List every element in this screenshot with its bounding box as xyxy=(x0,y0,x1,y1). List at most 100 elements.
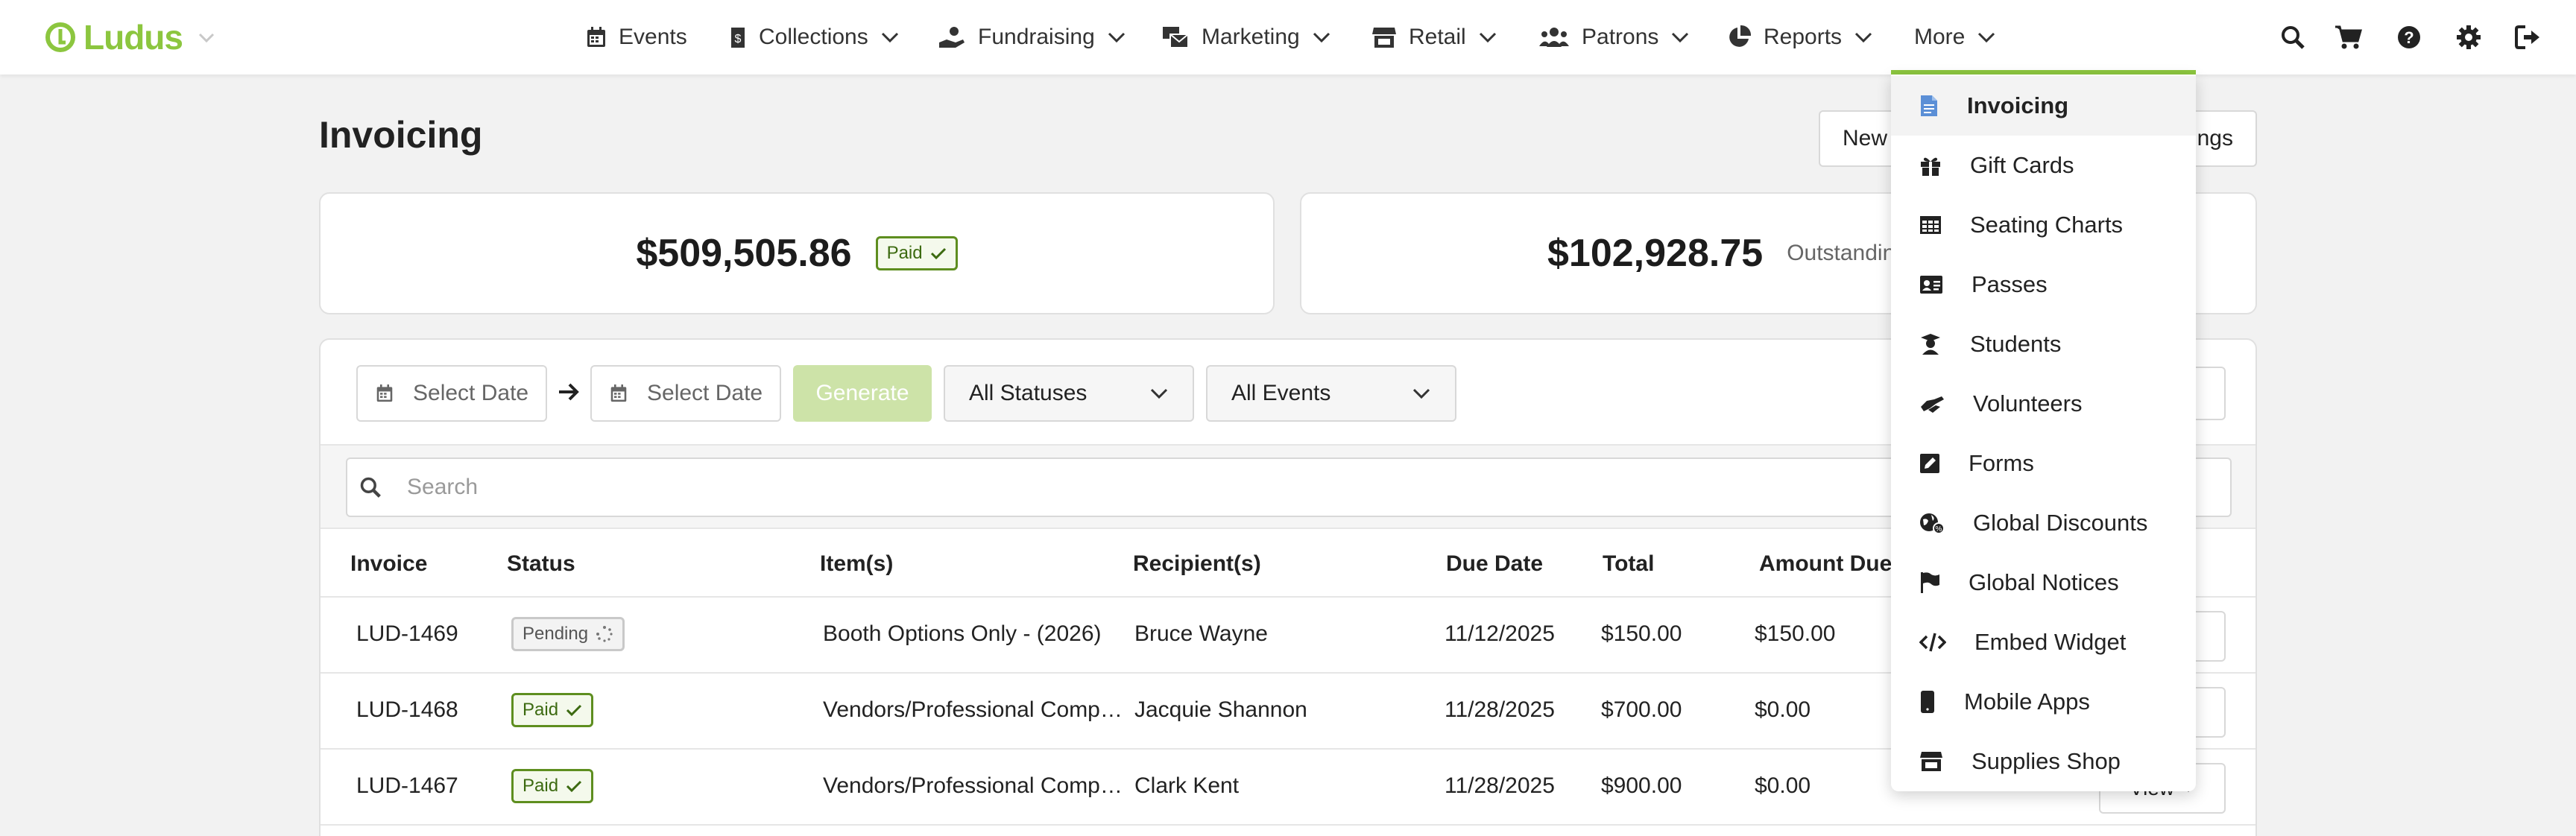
status-badge-label: Pending xyxy=(523,624,589,644)
status-filter-select[interactable]: All Statuses xyxy=(944,365,1194,422)
search-input[interactable] xyxy=(407,475,1898,500)
grid-icon xyxy=(1920,216,1941,234)
menu-item-students[interactable]: Students xyxy=(1891,314,2196,374)
nav-events-label: Events xyxy=(619,25,687,49)
chevron-down-icon xyxy=(1313,32,1330,43)
mail-bulk-icon xyxy=(1163,27,1189,48)
invoice-due-date: 11/28/2025 xyxy=(1445,773,1555,798)
column-header-items[interactable]: Item(s) xyxy=(820,551,893,577)
menu-item-embed-widget[interactable]: Embed Widget xyxy=(1891,612,2196,672)
menu-item-seating-charts[interactable]: Seating Charts xyxy=(1891,195,2196,255)
nav-patrons[interactable]: Patrons xyxy=(1538,19,1690,55)
nav-retail[interactable]: Retail xyxy=(1371,19,1497,55)
nav-events[interactable]: Events xyxy=(586,19,687,55)
help-icon[interactable]: ? xyxy=(2393,21,2425,54)
menu-item-label: Global Discounts xyxy=(1973,510,2148,536)
menu-item-label: Global Notices xyxy=(1969,569,2119,595)
menu-item-global-notices[interactable]: Global Notices xyxy=(1891,553,2196,612)
paid-total-card: $509,505.86 Paid xyxy=(319,192,1275,314)
column-header-due-date[interactable]: Due Date xyxy=(1446,551,1543,577)
page-title: Invoicing xyxy=(319,114,483,156)
nav-retail-label: Retail xyxy=(1409,25,1466,49)
arrow-right-icon xyxy=(559,383,579,401)
flag-icon xyxy=(1921,572,1939,593)
check-icon xyxy=(566,704,582,717)
menu-item-label: Invoicing xyxy=(1967,92,2069,118)
column-header-amount-due[interactable]: Amount Due xyxy=(1759,551,1892,577)
id-card-icon xyxy=(1920,276,1942,294)
chevron-down-icon xyxy=(1854,32,1872,43)
column-header-total[interactable]: Total xyxy=(1603,551,1654,577)
start-date-picker[interactable]: Select Date xyxy=(356,365,547,422)
more-dropdown-menu: Invoicing Gift Cards Seating Charts Pass… xyxy=(1891,75,2196,791)
menu-item-label: Passes xyxy=(1972,271,2048,297)
chevron-down-icon xyxy=(881,32,898,43)
invoice-items: Vendors/Professional Companies xyxy=(823,697,1128,722)
calendar-icon xyxy=(610,384,627,402)
logout-icon[interactable] xyxy=(2512,21,2545,54)
users-icon xyxy=(1539,28,1569,47)
menu-item-label: Forms xyxy=(1969,450,2034,476)
cart-icon[interactable] xyxy=(2332,21,2364,54)
new-invoice-button-label: New xyxy=(1843,126,1888,151)
invoice-recipient: Clark Kent xyxy=(1134,773,1240,798)
menu-item-label: Seating Charts xyxy=(1970,212,2124,238)
column-header-invoice[interactable]: Invoice xyxy=(350,551,427,577)
invoice-recipient: Bruce Wayne xyxy=(1134,621,1268,646)
menu-item-forms[interactable]: Forms xyxy=(1891,434,2196,493)
nav-more[interactable]: More xyxy=(1914,19,1996,55)
chevron-down-icon xyxy=(1150,388,1168,399)
column-header-status[interactable]: Status xyxy=(507,551,575,577)
menu-item-mobile-apps[interactable]: Mobile Apps xyxy=(1891,672,2196,732)
chevron-down-icon xyxy=(1978,32,1995,43)
nav-fundraising[interactable]: Fundraising xyxy=(938,19,1126,55)
menu-item-label: Mobile Apps xyxy=(1964,688,2090,715)
invoice-number[interactable]: LUD-1467 xyxy=(356,773,458,799)
column-header-recipients[interactable]: Recipient(s) xyxy=(1133,551,1261,577)
menu-item-invoicing[interactable]: Invoicing xyxy=(1891,76,2196,136)
menu-item-label: Embed Widget xyxy=(1974,629,2127,655)
store-icon xyxy=(1372,28,1396,48)
menu-item-volunteers[interactable]: Volunteers xyxy=(1891,374,2196,434)
nav-marketing[interactable]: Marketing xyxy=(1161,19,1331,55)
invoice-amount-due: $0.00 xyxy=(1755,697,1811,722)
search-icon[interactable] xyxy=(2276,21,2309,54)
invoice-amount-due: $0.00 xyxy=(1755,773,1811,798)
status-filter-value: All Statuses xyxy=(969,381,1087,405)
invoice-total: $150.00 xyxy=(1601,621,1682,646)
form-icon xyxy=(1920,454,1939,473)
status-badge-pending: Pending xyxy=(511,617,625,651)
pie-chart-icon xyxy=(1729,25,1752,47)
svg-text:$: $ xyxy=(735,33,742,45)
generate-button[interactable]: Generate xyxy=(793,365,932,422)
gear-icon[interactable] xyxy=(2452,21,2485,54)
helping-hands-icon xyxy=(1921,396,1944,413)
ludus-logo[interactable]: Ludus xyxy=(45,18,217,57)
menu-item-passes[interactable]: Passes xyxy=(1891,255,2196,314)
chevron-down-icon xyxy=(1672,32,1689,43)
menu-item-global-discounts[interactable]: % Global Discounts xyxy=(1891,493,2196,553)
invoice-number[interactable]: LUD-1468 xyxy=(356,697,458,723)
event-filter-value: All Events xyxy=(1231,381,1331,405)
event-filter-select[interactable]: All Events xyxy=(1206,365,1456,422)
end-date-picker[interactable]: Select Date xyxy=(590,365,781,422)
svg-text:%: % xyxy=(1936,525,1942,533)
nav-collections[interactable]: $ Collections xyxy=(729,19,900,55)
status-badge-label: Paid xyxy=(523,776,559,796)
mobile-icon xyxy=(1921,691,1934,713)
start-date-placeholder: Select Date xyxy=(413,381,529,405)
brand-name: Ludus xyxy=(83,18,183,57)
paid-badge-label: Paid xyxy=(886,243,923,263)
code-icon xyxy=(1919,633,1946,652)
nav-reports[interactable]: Reports xyxy=(1726,19,1873,55)
invoice-number[interactable]: LUD-1469 xyxy=(356,621,458,647)
nav-patrons-label: Patrons xyxy=(1582,25,1659,49)
nav-more-label: More xyxy=(1914,25,1966,49)
menu-item-gift-cards[interactable]: Gift Cards xyxy=(1891,136,2196,195)
graduate-icon xyxy=(1921,334,1940,355)
nav-reports-label: Reports xyxy=(1764,25,1843,49)
menu-item-label: Gift Cards xyxy=(1970,152,2074,178)
check-icon xyxy=(930,247,946,260)
hand-donate-icon xyxy=(939,27,965,48)
menu-item-supplies-shop[interactable]: Supplies Shop xyxy=(1891,732,2196,791)
